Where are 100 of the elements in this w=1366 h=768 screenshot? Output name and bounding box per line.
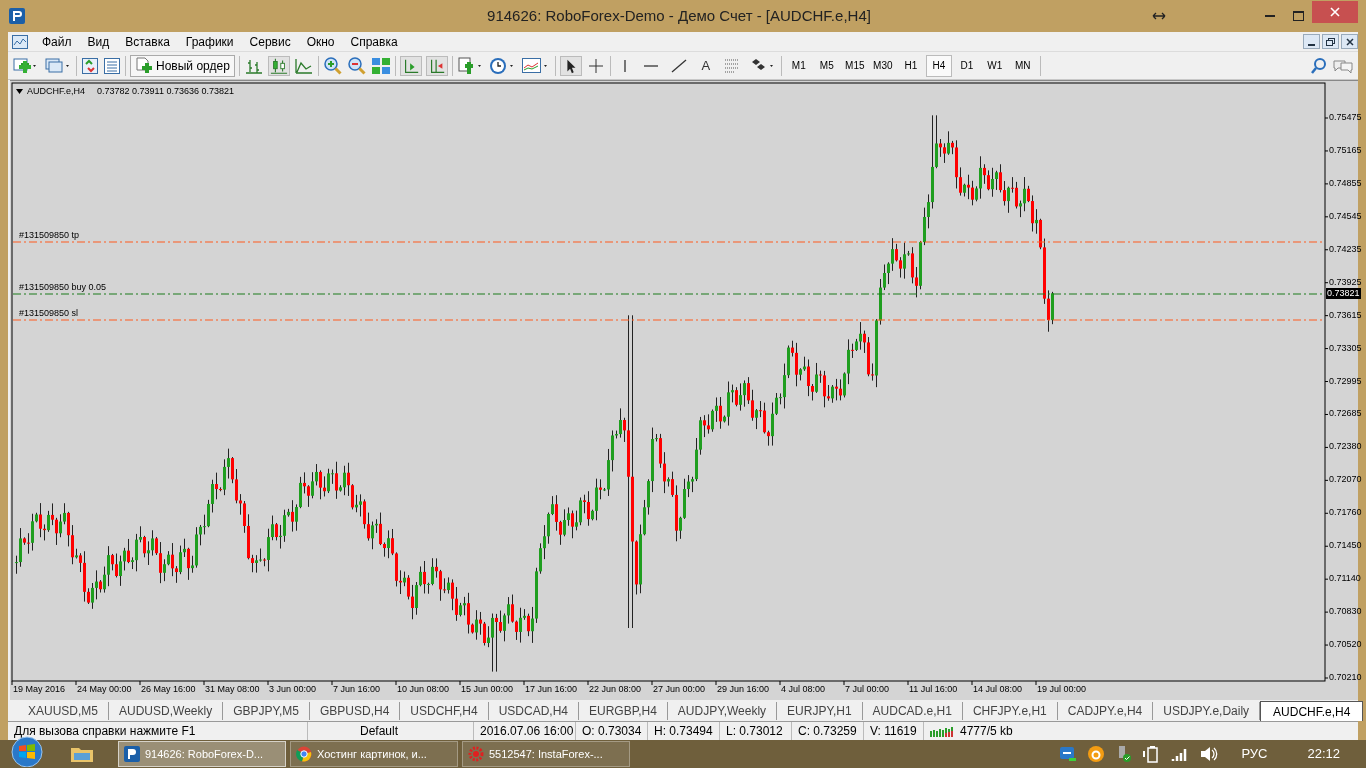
- price-axis-label: 0.72070: [1329, 474, 1362, 486]
- timeframe-button[interactable]: M5: [813, 54, 840, 77]
- collapse-caret-icon[interactable]: [16, 89, 23, 94]
- chart-shift-icon[interactable]: [425, 55, 448, 76]
- price-axis-label: 0.70210: [1329, 672, 1362, 683]
- restore-icon: [1326, 37, 1335, 46]
- price-axis-label: 0.73615: [1329, 309, 1362, 321]
- close-icon: [1345, 37, 1354, 46]
- mdi-restore-button[interactable]: [1322, 34, 1339, 49]
- chart-tab[interactable]: GBPJPY,M5: [223, 702, 310, 720]
- chart-tab[interactable]: GBPUSD,H4: [309, 702, 401, 720]
- chart-tab[interactable]: CADJPY.e,H4: [1057, 702, 1154, 720]
- menu-item[interactable]: Сервис: [241, 32, 299, 51]
- window-title: 914626: RoboForex-Demo - Демо Счет - [AUDCHF.e,H4]: [486, 5, 872, 26]
- current-price-label: 0.73821: [1326, 288, 1361, 299]
- price-axis-label: 0.72685: [1329, 408, 1362, 420]
- order-line-label: #131509850 tp: [19, 230, 80, 241]
- menu-item[interactable]: Графики: [177, 32, 242, 51]
- time-axis-label: 7 Jul 00:00: [845, 684, 890, 695]
- chart-tab[interactable]: AUDCHF.e,H4: [1260, 701, 1364, 721]
- auto-scroll-icon[interactable]: [399, 55, 422, 76]
- search-icon[interactable]: [1310, 56, 1328, 75]
- taskbar-button[interactable]: Хостинг картинок, и...: [290, 741, 458, 767]
- mdi-minimize-button[interactable]: [1303, 34, 1320, 49]
- price-axis-label: 0.71140: [1329, 573, 1361, 585]
- price-axis-label: 0.71450: [1329, 540, 1362, 552]
- time-axis-label: 19 May 2016: [13, 684, 66, 695]
- chart-tab[interactable]: USDCHF,H4: [400, 702, 489, 720]
- connection-bars-icon: [930, 725, 956, 737]
- circle-app-icon[interactable]: [1087, 745, 1106, 763]
- time-axis-label: 4 Jul 08:00: [781, 684, 826, 695]
- resize-arrows-icon[interactable]: [1152, 11, 1166, 21]
- maximize-icon: [1292, 11, 1304, 21]
- time-axis-label: 3 Jun 00:00: [269, 684, 317, 695]
- line-chart-icon[interactable]: [293, 56, 314, 75]
- time-axis-label: 10 Jun 08:00: [397, 684, 450, 695]
- time-axis-label: 15 Jun 00:00: [461, 684, 514, 695]
- time-axis-label: 26 May 16:00: [141, 684, 196, 695]
- cursor-icon[interactable]: [559, 55, 582, 76]
- chart-tab[interactable]: CHFJPY.e,H1: [962, 702, 1058, 720]
- price-axis-label: 0.74545: [1329, 210, 1362, 222]
- status-traffic: 4777/5 kb: [960, 723, 1013, 740]
- menu-item[interactable]: Вид: [79, 32, 118, 51]
- timeframe-button[interactable]: W1: [981, 54, 1008, 77]
- chart-tab[interactable]: AUDJPY,Weekly: [667, 702, 778, 720]
- chart-window-icon[interactable]: [12, 34, 28, 49]
- time-axis-label: 11 Jul 16:00: [909, 684, 958, 695]
- chart-tab[interactable]: AUDUSD,Weekly: [109, 702, 224, 720]
- menu-item[interactable]: Вставка: [117, 32, 178, 51]
- time-axis-label: 17 Jun 16:00: [525, 684, 578, 695]
- timeframe-button[interactable]: M1: [785, 54, 812, 77]
- menu-item[interactable]: Файл: [34, 32, 80, 51]
- price-axis-label: 0.72380: [1329, 441, 1362, 453]
- zoom-in-icon[interactable]: [322, 55, 343, 76]
- time-axis-label: 22 Jun 08:00: [589, 684, 642, 695]
- chart-tab[interactable]: AUDCAD.e,H1: [862, 702, 963, 720]
- time-axis-label: 19 Jul 00:00: [1037, 684, 1087, 695]
- minimize-icon: [1308, 44, 1315, 46]
- menu-item[interactable]: Окно: [298, 32, 343, 51]
- taskbar-clock[interactable]: 22:12: [1307, 744, 1340, 764]
- time-axis-label: 24 May 00:00: [77, 684, 132, 695]
- timeframe-button[interactable]: M15: [841, 54, 868, 77]
- price-axis-label: 0.74855: [1329, 177, 1362, 189]
- navigator-icon[interactable]: [103, 56, 121, 75]
- order-line-label: #131509850 sl: [19, 308, 79, 319]
- price-axis-label: 0.73925: [1329, 276, 1362, 288]
- price-axis-label: 0.74235: [1329, 243, 1362, 255]
- minimize-icon: [1265, 15, 1275, 17]
- chart-tab[interactable]: USDCAD,H4: [488, 702, 580, 720]
- zoom-out-icon[interactable]: [346, 55, 367, 76]
- taskbar-button[interactable]: 5512547: InstaForex-...: [462, 741, 630, 767]
- timeframe-button[interactable]: MN: [1009, 54, 1036, 77]
- price-axis-label: 0.72995: [1329, 375, 1362, 387]
- menu-item[interactable]: Справка: [342, 32, 406, 51]
- market-watch-icon[interactable]: [81, 56, 99, 75]
- chart-tab[interactable]: EURGBP,H4: [579, 702, 668, 720]
- chart-tab[interactable]: XAUUSD,M5: [18, 702, 109, 720]
- speaker-icon[interactable]: [1199, 745, 1220, 763]
- app-logo-icon: [124, 746, 140, 762]
- new-order-button[interactable]: Новый ордер: [130, 54, 235, 77]
- time-axis-label: 14 Jul 08:00: [973, 684, 1023, 695]
- chart-tab[interactable]: EURJPY,H1: [777, 702, 863, 720]
- timeframe-button[interactable]: M30: [869, 54, 896, 77]
- text-tool[interactable]: A: [694, 55, 717, 76]
- price-axis-label: 0.75165: [1329, 144, 1362, 156]
- new-order-icon: [135, 56, 153, 75]
- input-language[interactable]: РУС: [1241, 744, 1268, 764]
- timeframe-button[interactable]: H4: [925, 54, 952, 77]
- timeframe-button[interactable]: D1: [953, 54, 980, 77]
- chart-symbol: AUDCHF.e,H4: [27, 85, 85, 98]
- tile-windows-icon[interactable]: [370, 56, 391, 75]
- timeframe-button[interactable]: H1: [897, 54, 924, 77]
- price-axis-label: 0.70520: [1329, 639, 1362, 651]
- price-axis-label: 0.75475: [1329, 112, 1362, 123]
- candlestick-chart-icon[interactable]: [267, 55, 290, 76]
- mdi-close-button[interactable]: [1341, 34, 1358, 49]
- profiles-icon[interactable]: [44, 56, 72, 75]
- remote-access-icon[interactable]: [1059, 745, 1078, 763]
- time-axis-label: 27 Jun 00:00: [653, 684, 706, 695]
- price-axis-label: 0.70830: [1329, 606, 1362, 618]
